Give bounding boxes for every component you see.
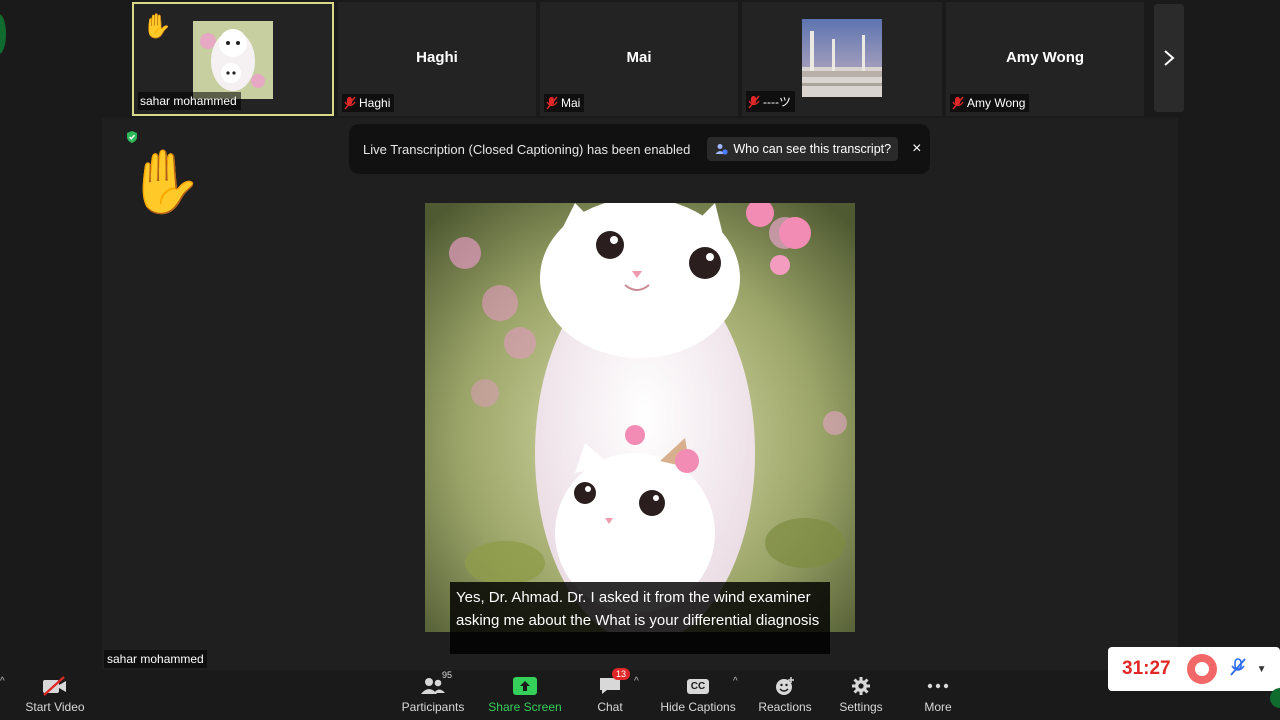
transcription-banner: Live Transcription (Closed Captioning) h… (349, 124, 930, 174)
mic-muted-icon (748, 95, 760, 109)
avatar (193, 21, 273, 99)
mic-muted-icon (952, 96, 964, 110)
raised-hand-icon: ✋ (126, 148, 204, 217)
live-caption: Yes, Dr. Ahmad. Dr. I asked it from the … (450, 582, 830, 654)
share-screen-icon (513, 672, 537, 700)
gallery-strip: ✋ sahar mohammed Haghi Haghi Mai Mai ---… (0, 0, 1280, 118)
settings-button[interactable]: Settings (836, 670, 886, 720)
participant-label: Amy Wong (950, 94, 1030, 112)
share-screen-button[interactable]: Share Screen (486, 670, 564, 720)
participant-label: ----ツ (746, 91, 795, 112)
caret-up-icon[interactable]: ^ (634, 676, 639, 687)
meeting-toolbar: ^ Start Video 95 Participants Share Scre… (0, 668, 1280, 720)
recording-widget: 31:27 ▼ (1108, 647, 1280, 691)
close-icon[interactable]: × (912, 140, 921, 158)
recording-timer: 31:27 (1122, 658, 1171, 679)
participants-count: 95 (442, 670, 453, 680)
reactions-button[interactable]: Reactions (756, 670, 814, 720)
meeting-window: ✋ sahar mohammed Haghi Haghi Mai Mai ---… (0, 0, 1280, 720)
record-button[interactable] (1186, 654, 1217, 684)
chat-button[interactable]: 13 Chat (590, 668, 631, 720)
caret-up-icon[interactable]: ^ (0, 676, 5, 687)
participant-label: sahar mohammed (138, 92, 241, 110)
gear-icon (850, 672, 872, 700)
shield-check-icon (127, 131, 137, 143)
chat-icon: 13 (598, 668, 631, 700)
banner-message: Live Transcription (Closed Captioning) h… (363, 141, 691, 157)
participant-label: Haghi (342, 94, 395, 112)
reactions-icon (774, 672, 796, 700)
raised-hand-icon: ✋ (142, 13, 172, 40)
avatar (802, 19, 882, 97)
participants-icon: 95 (420, 670, 452, 700)
mic-muted-icon (344, 96, 356, 110)
chevron-right-icon (1164, 50, 1175, 66)
participant-tile-amy-wong[interactable]: Amy Wong Amy Wong (946, 2, 1144, 116)
start-video-button[interactable]: Start Video (22, 670, 88, 720)
who-can-see-transcript-button[interactable]: Who can see this transcript? (707, 137, 899, 161)
participant-label: Mai (544, 94, 585, 112)
participant-tile-mai[interactable]: Mai Mai (540, 2, 738, 116)
mic-muted-icon (546, 96, 558, 110)
participants-button[interactable]: 95 Participants (398, 670, 468, 720)
chevron-down-icon[interactable]: ▼ (1257, 664, 1267, 675)
participant-tile-4[interactable]: ----ツ (742, 2, 942, 116)
more-button[interactable]: More (918, 670, 958, 720)
caret-up-icon[interactable]: ^ (733, 676, 738, 687)
person-info-icon (715, 144, 728, 155)
hide-captions-button[interactable]: CC Hide Captions (656, 670, 740, 720)
participant-tile-sahar[interactable]: ✋ sahar mohammed (132, 2, 334, 116)
video-off-icon (42, 672, 68, 700)
more-dots-icon (927, 672, 949, 700)
closed-captions-icon: CC (686, 672, 710, 700)
shared-screen-image (425, 203, 855, 632)
gallery-next-button[interactable] (1154, 4, 1184, 112)
active-speaker-name: sahar mohammed (104, 650, 207, 668)
participant-tile-haghi[interactable]: Haghi Haghi (338, 2, 536, 116)
chat-badge: 13 (612, 668, 631, 680)
mic-off-icon[interactable] (1229, 657, 1247, 682)
